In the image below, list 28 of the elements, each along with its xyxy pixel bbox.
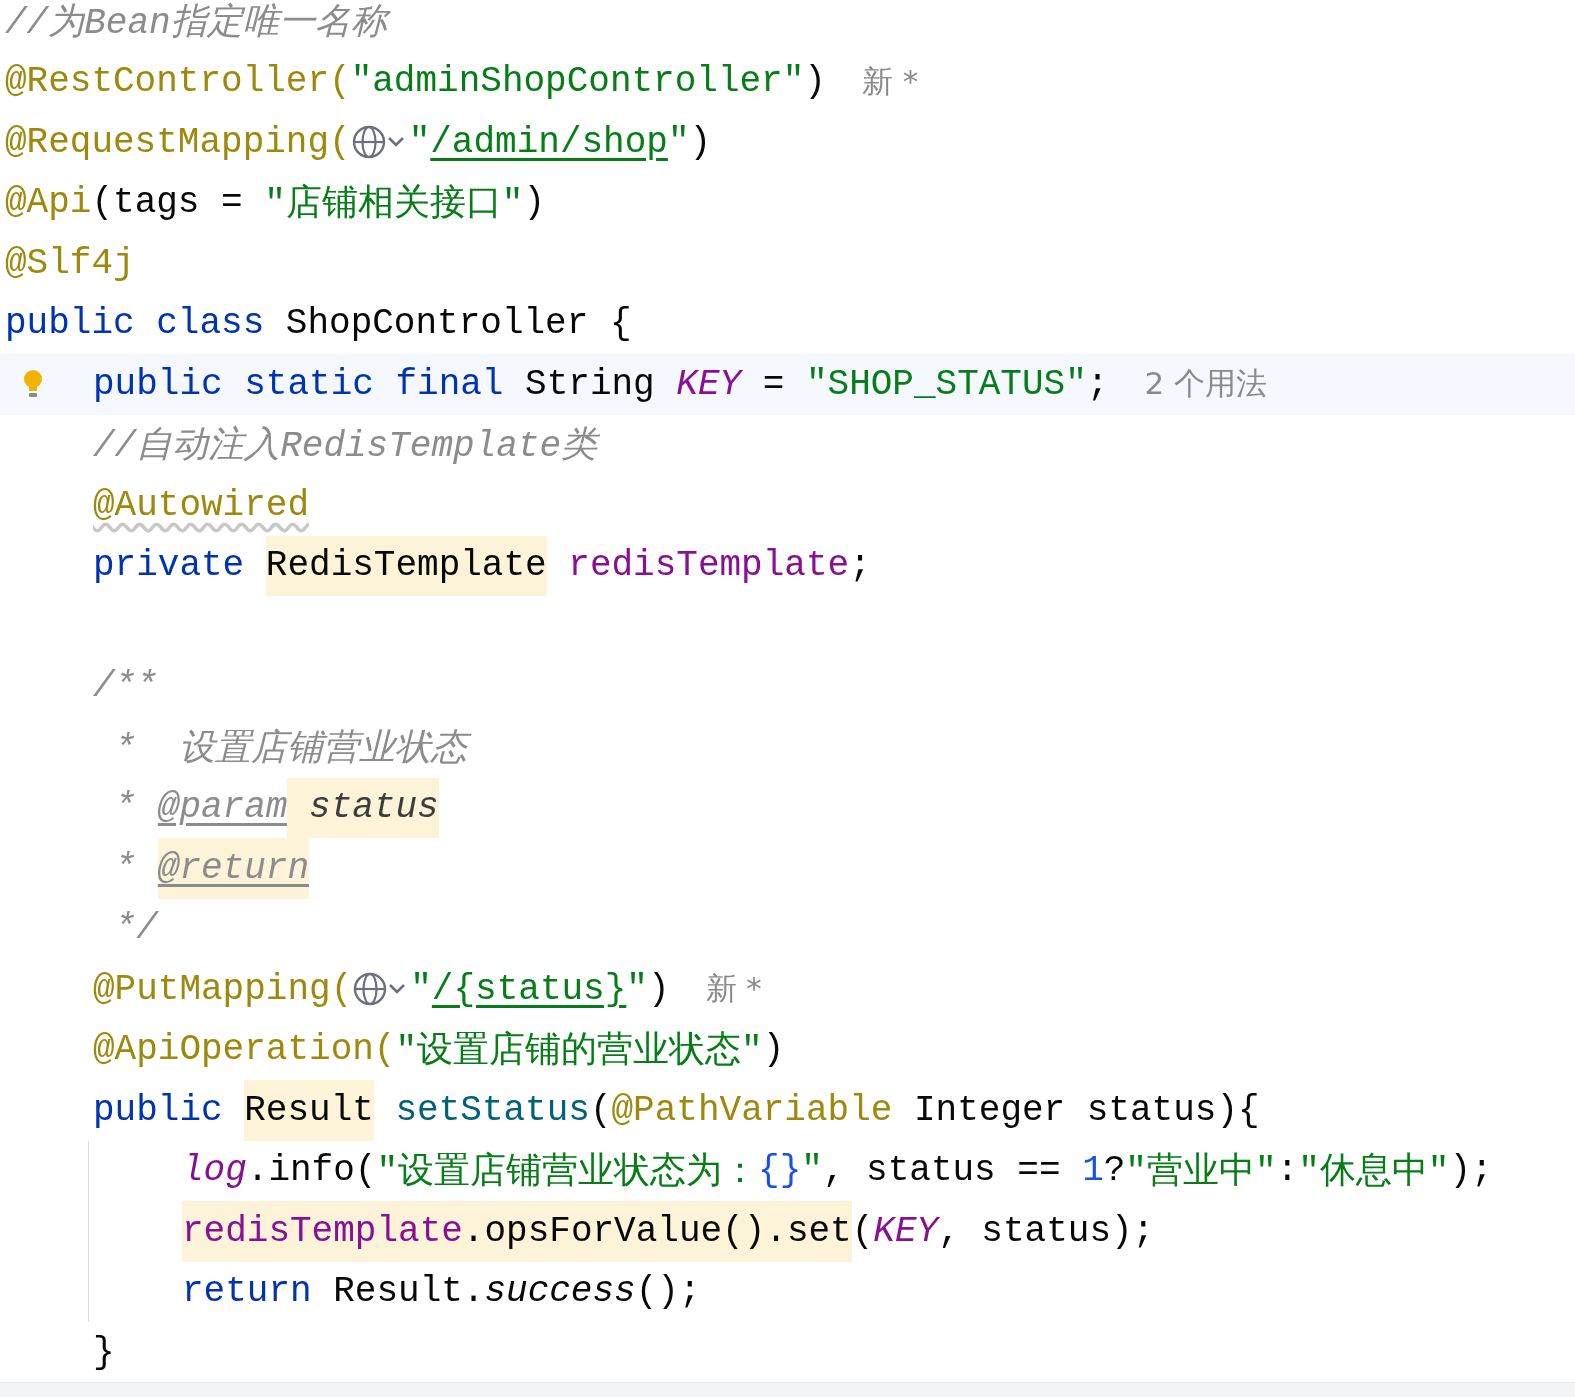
code-text: " [408, 120, 431, 165]
code-text: return Result.success(); [182, 1270, 701, 1315]
code-text: public class ShopController { [5, 302, 632, 347]
code-text: private RedisTemplate redisTemplate; [93, 535, 871, 596]
code-text: @ApiOperation("设置店铺的营业状态") [93, 1028, 785, 1075]
code-text: @Api(tags = "店铺相关接口") [5, 181, 546, 228]
code-text: @Slf4j [5, 241, 135, 286]
inlay-hint[interactable]: 2 个用法 [1144, 363, 1267, 406]
code-text: ") [667, 120, 712, 165]
code-text: redisTemplate.opsForValue().set(KEY, status); [182, 1201, 1155, 1262]
url-link[interactable]: /{status} [431, 968, 627, 1010]
inlay-hint[interactable]: 新 * [705, 968, 762, 1011]
code-text: ") [626, 967, 670, 1012]
code-text: public Result setStatus(@PathVariable Integer status){ [93, 1080, 1260, 1141]
code-text: @RequestMapping( [5, 120, 351, 165]
code-text: " [410, 967, 432, 1012]
code-text: } [93, 1330, 115, 1375]
code-text: @PutMapping( [93, 967, 353, 1012]
code-text: /** [93, 665, 158, 710]
code-text: * @param status [93, 777, 439, 838]
code-text: //自动注入RedisTemplate类 [93, 424, 598, 470]
url-link[interactable]: /admin/shop [430, 121, 668, 163]
code-text: log.info("设置店铺营业状态为：{}", status == 1?"营业中":"休息中"); [182, 1149, 1493, 1196]
code-text: @Autowired [93, 483, 310, 528]
code-text: */ [113, 907, 158, 952]
inlay-hint[interactable]: 新 * [861, 60, 919, 103]
code-text: @RestController("adminShopController") [5, 60, 826, 105]
code-text: public static final String KEY = "SHOP_STATUS"; [93, 362, 1109, 407]
